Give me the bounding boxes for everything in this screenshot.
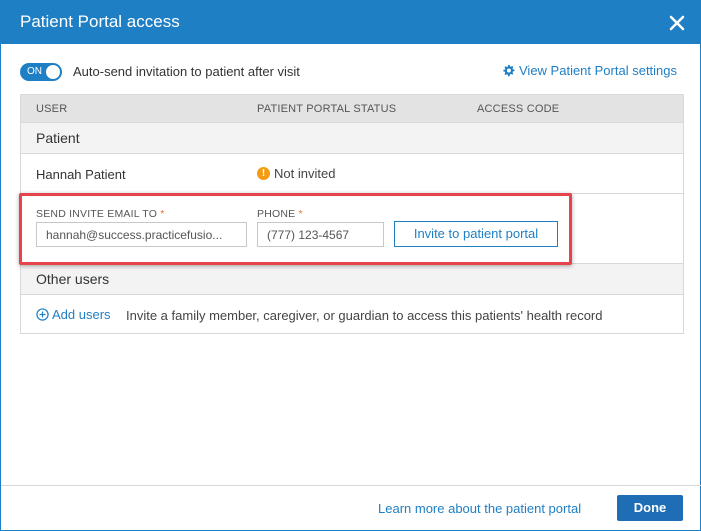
patient-name: Hannah Patient [36,167,126,182]
portal-users-table: USER PATIENT PORTAL STATUS ACCESS CODE P… [20,94,684,334]
view-portal-settings-link[interactable]: View Patient Portal settings [502,63,677,78]
patient-section-header: Patient [21,122,683,154]
toggle-knob [46,65,60,79]
close-icon[interactable] [666,12,688,34]
portal-status: ! Not invited [257,166,335,181]
add-users-description: Invite a family member, caregiver, or gu… [126,308,603,323]
plus-circle-icon [36,308,49,321]
invite-to-portal-button[interactable]: Invite to patient portal [394,221,558,247]
view-portal-settings-label: View Patient Portal settings [519,63,678,78]
portal-status-text: Not invited [274,166,336,181]
dialog: Patient Portal access ON Auto-send invit… [0,0,701,531]
dialog-titlebar: Patient Portal access [1,0,701,44]
add-users-link[interactable]: Add users [36,307,111,322]
dialog-title: Patient Portal access [20,12,180,31]
warning-icon: ! [257,167,270,180]
footer-divider [1,485,701,486]
other-users-section-title: Other users [36,271,110,287]
column-header-user: USER [36,103,68,115]
required-marker: * [298,208,303,220]
auto-send-label: Auto-send invitation to patient after vi… [73,64,300,79]
table-header: USER PATIENT PORTAL STATUS ACCESS CODE [21,95,683,123]
patient-section-title: Patient [36,130,80,146]
other-users-section-header: Other users [21,263,683,295]
column-header-access-code: ACCESS CODE [477,103,560,115]
required-marker: * [160,208,165,220]
done-button[interactable]: Done [617,495,683,521]
phone-field[interactable]: (777) 123-4567 [257,222,384,247]
learn-more-link[interactable]: Learn more about the patient portal [378,501,581,516]
invite-email-field[interactable]: hannah@success.practicefusio... [36,222,247,247]
add-users-label: Add users [52,307,111,322]
phone-field-label: PHONE * [257,208,303,220]
gear-icon [503,64,515,77]
auto-send-toggle[interactable]: ON [20,63,62,81]
toggle-state-label: ON [27,66,42,77]
column-header-status: PATIENT PORTAL STATUS [257,103,397,115]
row-divider [21,193,683,194]
email-field-label: SEND INVITE EMAIL TO * [36,208,165,220]
